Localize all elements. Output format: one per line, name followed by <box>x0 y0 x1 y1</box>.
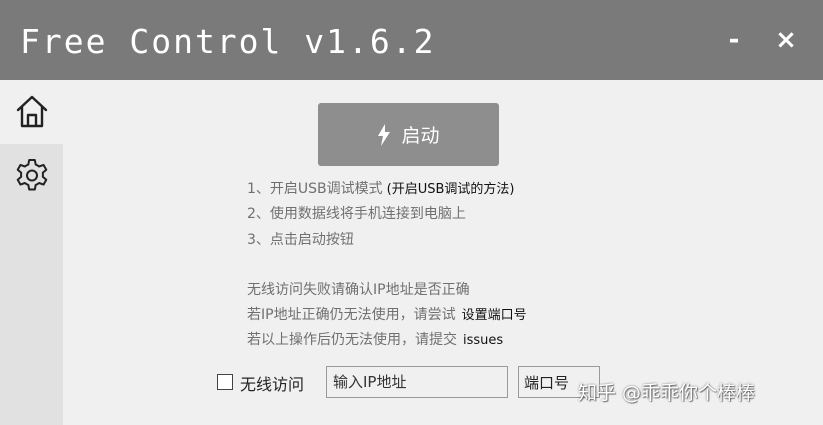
wireless-help-line-3-text: 若以上操作后仍无法使用，请提交 <box>247 332 457 348</box>
wireless-help-line-2: 若IP地址正确仍无法使用，请尝试 设置端口号 <box>247 305 527 326</box>
close-icon: × <box>775 25 797 55</box>
sidebar <box>0 80 63 425</box>
wireless-checkbox-label[interactable]: 无线访问 <box>240 371 304 395</box>
wireless-checkbox[interactable] <box>217 374 233 390</box>
sidebar-item-home[interactable] <box>0 80 63 144</box>
close-button[interactable]: × <box>766 22 806 58</box>
usb-debug-help-link[interactable]: (开启USB调试的方法) <box>387 182 515 197</box>
step-3: 3、点击启动按钮 <box>247 232 354 248</box>
wireless-help-line-3: 若以上操作后仍无法使用，请提交 issues <box>247 330 503 351</box>
title-bar[interactable]: Free Control v1.6.2 - × <box>0 0 823 80</box>
step-1: 1、开启USB调试模式 (开启USB调试的方法) <box>247 179 515 200</box>
home-icon <box>16 95 47 128</box>
start-button[interactable]: 启动 <box>318 103 499 166</box>
issues-link[interactable]: issues <box>463 333 503 348</box>
step-1-text: 1、开启USB调试模式 <box>247 181 383 197</box>
sidebar-item-settings[interactable] <box>0 144 63 208</box>
app-title: Free Control v1.6.2 <box>20 22 436 61</box>
main-panel: 启动 1、开启USB调试模式 (开启USB调试的方法) 2、使用数据线将手机连接到… <box>63 80 823 425</box>
step-2: 2、使用数据线将手机连接到电脑上 <box>247 206 466 222</box>
ip-address-input[interactable] <box>326 366 508 398</box>
wireless-help-line-2-text: 若IP地址正确仍无法使用，请尝试 <box>247 307 456 323</box>
minimize-button[interactable]: - <box>714 22 754 58</box>
start-button-label: 启动 <box>401 125 440 147</box>
watermark: 知乎 @乖乖你个棒棒 <box>578 382 756 404</box>
set-port-link[interactable]: 设置端口号 <box>462 308 527 323</box>
minimize-icon: - <box>728 25 740 55</box>
gear-icon <box>16 159 47 191</box>
wireless-help-line-1: 无线访问失败请确认IP地址是否正确 <box>247 282 470 298</box>
lightning-icon <box>378 123 391 146</box>
